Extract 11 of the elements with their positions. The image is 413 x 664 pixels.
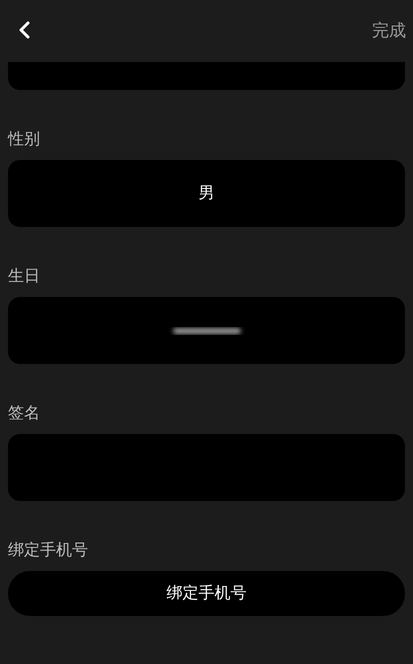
field-label: 性别 — [6, 129, 41, 149]
gender-field[interactable]: 男 — [8, 160, 405, 227]
back-icon[interactable] — [18, 21, 30, 39]
input-field[interactable] — [8, 62, 405, 90]
birthday-field[interactable] — [8, 297, 405, 364]
signature-field[interactable] — [8, 434, 405, 501]
field-label: 生日 — [7, 266, 41, 286]
field-label: 签名 — [7, 403, 41, 423]
bind-phone-button[interactable]: 绑定手机号 — [8, 571, 405, 616]
done-button[interactable]: 完成 — [372, 18, 406, 42]
field-label: 绑定手机号 — [7, 540, 89, 560]
